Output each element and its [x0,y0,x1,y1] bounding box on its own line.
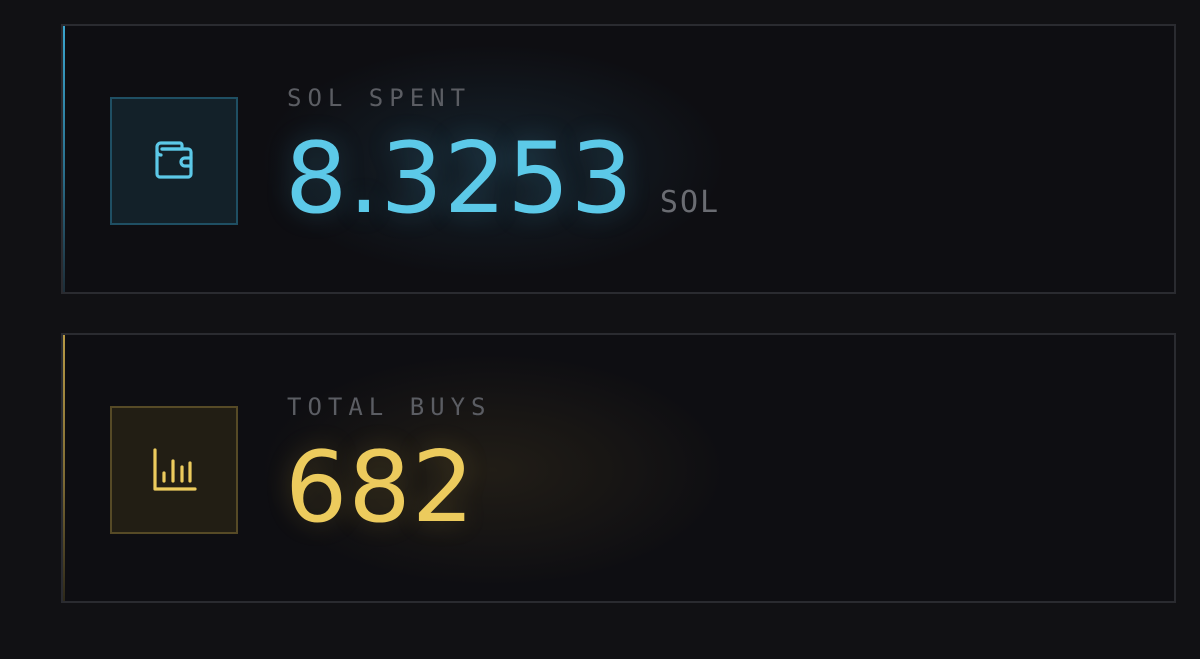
stat-label: SOL SPENT [287,84,472,112]
total-buys-value: 682 [285,431,476,545]
bar-chart-icon [153,448,197,491]
wallet-icon [155,141,193,179]
icon-tile [110,97,238,225]
stat-unit: SOL [659,185,721,220]
stat-value-row: 682 [285,439,475,537]
card-accent-bar [63,26,65,292]
stat-label: TOTAL BUYS [287,393,492,421]
total-buys-card: TOTAL BUYS 682 [61,333,1176,603]
card-accent-bar [63,335,65,601]
stat-value-row: 8.3253 SOL [285,130,720,228]
sol-spent-value: 8.3253 [285,122,634,236]
icon-tile [110,406,238,534]
sol-spent-card: SOL SPENT 8.3253 SOL [61,24,1176,294]
